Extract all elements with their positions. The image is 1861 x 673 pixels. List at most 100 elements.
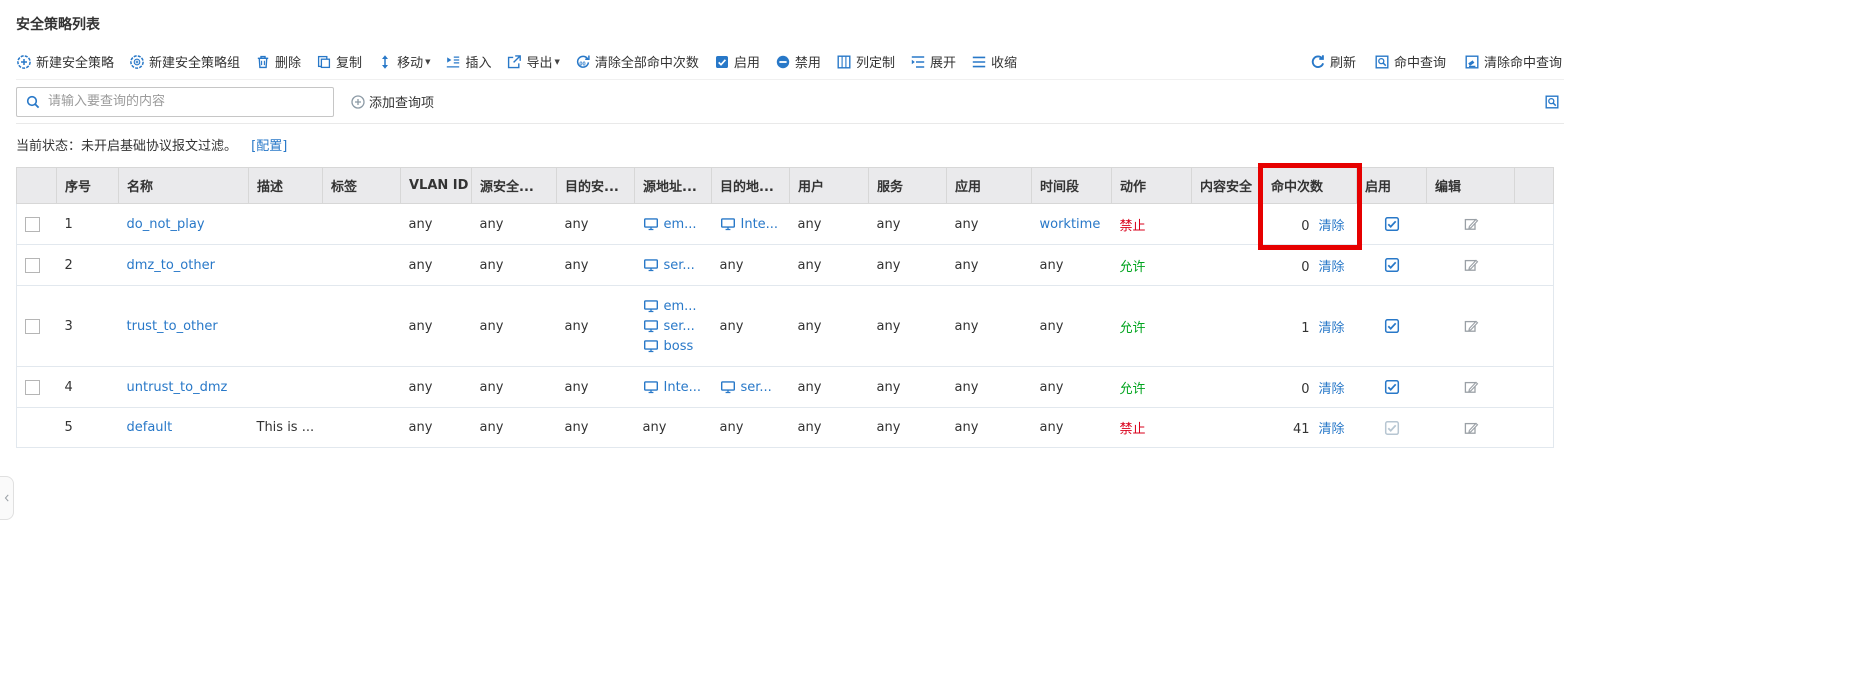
- cell-name: trust_to_other: [119, 286, 249, 367]
- cell-user: any: [790, 367, 869, 408]
- cell-dst_addr: any: [712, 286, 790, 367]
- cell-src_zone: any: [472, 204, 557, 245]
- edit-icon[interactable]: [1463, 257, 1479, 273]
- edit-icon[interactable]: [1463, 216, 1479, 232]
- policy-name-link[interactable]: dmz_to_other: [127, 258, 215, 273]
- toolbar-button-clear-all-hits[interactable]: 00清除全部命中次数: [575, 52, 699, 71]
- toolbar-button-disable[interactable]: 禁用: [775, 52, 821, 71]
- monitor-icon: [720, 379, 736, 395]
- address-object-link[interactable]: ser...: [664, 258, 695, 273]
- toolbar-button-move[interactable]: 移动▼: [377, 52, 430, 71]
- row-select-checkbox[interactable]: [25, 319, 40, 334]
- cell-desc: [249, 286, 323, 367]
- toolbar-button-insert[interactable]: 插入: [445, 52, 491, 71]
- column-header-vlan: VLAN ID: [401, 168, 472, 204]
- search-box: [16, 87, 334, 117]
- clear-hits-link[interactable]: 清除: [1318, 382, 1344, 397]
- monitor-icon: [643, 298, 659, 314]
- toolbar-button-delete[interactable]: 删除: [255, 52, 301, 71]
- cell-vlan: any: [401, 367, 472, 408]
- column-header-select: [17, 168, 57, 204]
- cell-tag: [323, 408, 401, 448]
- toolbar-button-export[interactable]: 导出▼: [506, 52, 559, 71]
- checkbox-checked-icon[interactable]: [1384, 216, 1400, 232]
- cell-hits: 0清除: [1263, 204, 1357, 245]
- cell-dst_addr: Inte...: [712, 204, 790, 245]
- policy-name-link[interactable]: untrust_to_dmz: [127, 380, 228, 395]
- toolbar-button-label: 移动: [397, 52, 423, 71]
- cell-action: 禁止: [1112, 408, 1192, 448]
- column-header-tag: 标签: [323, 168, 401, 204]
- cell-desc: This is ...: [249, 408, 323, 448]
- cell-action: 允许: [1112, 245, 1192, 286]
- edit-icon[interactable]: [1463, 318, 1479, 334]
- address-object-link[interactable]: em...: [664, 299, 697, 314]
- toolbar-button-refresh[interactable]: 刷新: [1310, 52, 1356, 71]
- toolbar-button-expand[interactable]: 展开: [910, 52, 956, 71]
- policy-name-link[interactable]: do_not_play: [127, 217, 205, 232]
- toolbar-button-label: 禁用: [795, 52, 821, 71]
- address-object-link[interactable]: ser...: [664, 319, 695, 334]
- cell-src_addr: em...: [635, 204, 712, 245]
- edit-icon[interactable]: [1463, 379, 1479, 395]
- copy-icon: [316, 54, 332, 70]
- action-label: 允许: [1120, 260, 1146, 275]
- toolbar-button-copy[interactable]: 复制: [316, 52, 362, 71]
- clear-hits-link[interactable]: 清除: [1318, 321, 1344, 336]
- toolbar-button-collapse[interactable]: 收缩: [971, 52, 1017, 71]
- panel-collapse-handle[interactable]: [0, 476, 14, 520]
- cell-select: [17, 367, 57, 408]
- monitor-icon: [720, 216, 736, 232]
- cell-name: dmz_to_other: [119, 245, 249, 286]
- search-input[interactable]: [48, 94, 325, 109]
- cell-action: 允许: [1112, 286, 1192, 367]
- toolbar-button-clear-hit-query[interactable]: 清除命中查询: [1464, 52, 1562, 71]
- action-label: 禁止: [1120, 422, 1146, 437]
- time-range-link[interactable]: worktime: [1040, 217, 1101, 232]
- row-select-checkbox[interactable]: [25, 217, 40, 232]
- add-policy-icon: [16, 54, 32, 70]
- cell-dst_addr: any: [712, 245, 790, 286]
- hit-query-shortcut-button[interactable]: [1540, 92, 1564, 112]
- policy-name-link[interactable]: trust_to_other: [127, 319, 218, 334]
- cell-action: 允许: [1112, 367, 1192, 408]
- clear-hit-query-icon: [1464, 54, 1480, 70]
- config-link[interactable]: [配置]: [251, 139, 287, 154]
- checkbox-checked-icon[interactable]: [1384, 379, 1400, 395]
- edit-icon[interactable]: [1463, 420, 1479, 436]
- cell-enabled: [1357, 245, 1427, 286]
- address-object-link[interactable]: boss: [664, 339, 694, 354]
- row-select-checkbox[interactable]: [25, 380, 40, 395]
- cell-src_addr: ser...: [635, 245, 712, 286]
- address-object-link[interactable]: ser...: [741, 380, 772, 395]
- checkbox-checked-icon[interactable]: [1384, 318, 1400, 334]
- checkbox-checked-icon[interactable]: [1384, 257, 1400, 273]
- address-object-link[interactable]: Inte...: [741, 217, 779, 232]
- collapse-icon: [971, 54, 987, 70]
- clear-hits-link[interactable]: 清除: [1318, 219, 1344, 234]
- cell-select: [17, 286, 57, 367]
- toolbar-button-label: 列定制: [856, 52, 895, 71]
- chevron-left-icon: [2, 492, 12, 504]
- hit-count-value: 41: [1293, 422, 1310, 437]
- cell-desc: [249, 204, 323, 245]
- row-select-checkbox[interactable]: [25, 258, 40, 273]
- address-object-link[interactable]: em...: [664, 217, 697, 232]
- cell-hits: 0清除: [1263, 367, 1357, 408]
- toolbar-button-new-policy[interactable]: 新建安全策略: [16, 52, 114, 71]
- clear-hits-link[interactable]: 清除: [1318, 422, 1344, 437]
- toolbar-button-hit-query[interactable]: 命中查询: [1374, 52, 1446, 71]
- column-header-dst_zone: 目的安...: [557, 168, 635, 204]
- toolbar-button-column-custom[interactable]: 列定制: [836, 52, 895, 71]
- address-object: Inte...: [643, 377, 704, 397]
- cell-app: any: [947, 245, 1032, 286]
- toolbar-button-enable[interactable]: 启用: [714, 52, 760, 71]
- toolbar-right-group: 刷新命中查询清除命中查询: [1292, 52, 1562, 71]
- clear-hits-link[interactable]: 清除: [1318, 260, 1344, 275]
- policy-name-link[interactable]: default: [127, 420, 173, 435]
- cell-user: any: [790, 408, 869, 448]
- toolbar-button-new-policy-group[interactable]: 新建安全策略组: [129, 52, 240, 71]
- cell-service: any: [869, 408, 947, 448]
- address-object-link[interactable]: Inte...: [664, 380, 702, 395]
- add-query-button[interactable]: 添加查询项: [350, 92, 434, 111]
